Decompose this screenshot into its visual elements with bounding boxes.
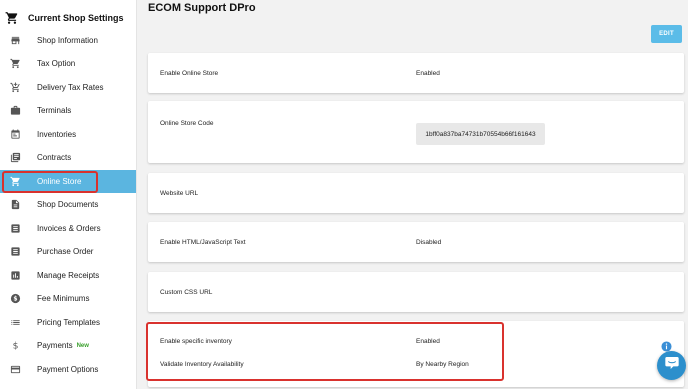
- cart-plus-icon: [10, 82, 21, 93]
- store-icon: [10, 35, 21, 46]
- dollar-icon: $: [10, 340, 21, 351]
- setting-label: Enable specific inventory: [160, 338, 232, 345]
- sidebar-item-label: Online Store: [37, 177, 82, 186]
- page-title: ECOM Support DPro: [148, 2, 256, 14]
- setting-label: Enable HTML/JavaScript Text: [160, 239, 246, 246]
- sidebar-item-label: Terminals: [37, 106, 72, 115]
- invoice-icon: [10, 223, 21, 234]
- edit-button[interactable]: EDIT: [651, 25, 682, 43]
- sidebar-item-purchase-order[interactable]: Purchase Order: [0, 240, 136, 263]
- sidebar-item-shop-documents[interactable]: Shop Documents: [0, 193, 136, 216]
- cart-icon: [5, 11, 19, 25]
- svg-text:$: $: [13, 341, 19, 351]
- sidebar-item-label: Payment Options: [37, 365, 99, 374]
- sidebar-item-label: Payments: [37, 341, 73, 350]
- sidebar-item-online-store[interactable]: Online Store: [0, 170, 136, 193]
- setting-label: Custom CSS URL: [160, 289, 213, 296]
- setting-card-enable-html: Enable HTML/JavaScript Text Disabled: [148, 222, 684, 262]
- setting-card-inventory: Enable specific inventory Enabled Valida…: [148, 321, 684, 387]
- sidebar-item-label: Invoices & Orders: [37, 224, 101, 233]
- sidebar-item-invoices-orders[interactable]: Invoices & Orders: [0, 217, 136, 240]
- library-icon: [10, 152, 21, 163]
- setting-label: Online Store Code: [160, 120, 214, 127]
- sidebar-item-payment-options[interactable]: Payment Options: [0, 358, 136, 381]
- sidebar-item-fee-minimums[interactable]: $ Fee Minimums: [0, 287, 136, 310]
- list-box-icon: [10, 246, 21, 257]
- setting-card-online-store-code: Online Store Code 1bff0a837ba74731b70554…: [148, 101, 684, 163]
- cart-icon: [10, 176, 21, 187]
- setting-label: Website URL: [160, 190, 199, 197]
- calendar-list-icon: [10, 129, 21, 140]
- sidebar-item-inventories[interactable]: Inventories: [0, 123, 136, 146]
- sidebar-item-terminals[interactable]: Terminals: [0, 99, 136, 122]
- sidebar-item-label: Tax Option: [37, 59, 76, 68]
- credit-card-icon: [10, 364, 21, 375]
- sidebar-item-shop-information[interactable]: Shop Information: [0, 29, 136, 52]
- setting-value: Disabled: [416, 239, 442, 246]
- setting-value: By Nearby Region: [416, 361, 469, 368]
- sidebar-item-label: Manage Receipts: [37, 271, 100, 280]
- bar-chart-icon: [10, 270, 21, 281]
- sidebar-item-label: Purchase Order: [37, 247, 94, 256]
- sidebar-item-label: Contracts: [37, 153, 72, 162]
- sidebar-item-label: Fee Minimums: [37, 294, 90, 303]
- sidebar-item-label: Delivery Tax Rates: [37, 83, 104, 92]
- setting-card-custom-css: Custom CSS URL: [148, 272, 684, 312]
- sidebar-item-delivery-tax-rates[interactable]: Delivery Tax Rates: [0, 76, 136, 99]
- sidebar-item-contracts[interactable]: Contracts: [0, 146, 136, 169]
- setting-value: Enabled: [416, 338, 440, 345]
- sidebar-item-label: Inventories: [37, 130, 77, 139]
- sidebar-item-manage-receipts[interactable]: Manage Receipts: [0, 264, 136, 287]
- sidebar-item-tax-option[interactable]: Tax Option: [0, 52, 136, 75]
- setting-value: Enabled: [416, 70, 440, 77]
- chat-button[interactable]: [657, 351, 686, 380]
- info-icon[interactable]: [661, 339, 672, 352]
- sidebar-item-label: Pricing Templates: [37, 318, 100, 327]
- sidebar-item-label: Shop Information: [37, 36, 98, 45]
- list-icon: [10, 317, 21, 328]
- sidebar-item-label: Shop Documents: [37, 200, 99, 209]
- store-code-field[interactable]: 1bff0a837ba74731b70554b66f161643: [416, 123, 545, 145]
- svg-text:$: $: [13, 296, 17, 303]
- dollar-circle-icon: $: [10, 293, 21, 304]
- sidebar-title: Current Shop Settings: [28, 13, 124, 23]
- settings-sidebar: Current Shop Settings Shop Information T…: [0, 0, 137, 389]
- briefcase-icon: [10, 105, 21, 116]
- document-icon: [10, 199, 21, 210]
- setting-label: Enable Online Store: [160, 70, 219, 77]
- cart-icon: [10, 58, 21, 69]
- chat-icon: [664, 355, 680, 376]
- setting-label: Validate Inventory Availability: [160, 361, 244, 368]
- sidebar-item-pricing-templates[interactable]: Pricing Templates: [0, 311, 136, 334]
- sidebar-header: Current Shop Settings: [5, 10, 124, 26]
- main-content: ECOM Support DPro EDIT Enable Online Sto…: [137, 0, 688, 389]
- new-badge: New: [76, 342, 89, 349]
- sidebar-item-payments[interactable]: $ Payments New: [0, 334, 136, 357]
- setting-card-website-url: Website URL: [148, 173, 684, 213]
- setting-card-enable-online-store: Enable Online Store Enabled: [148, 53, 684, 93]
